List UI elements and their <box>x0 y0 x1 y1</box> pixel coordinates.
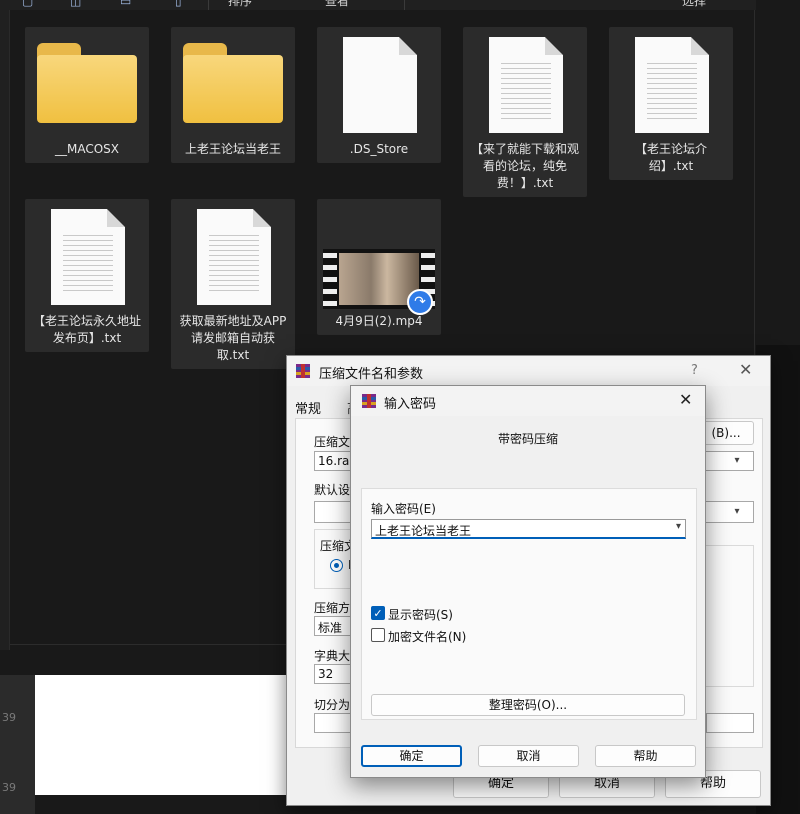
cancel-button[interactable]: 取消 <box>478 745 579 767</box>
format-radio[interactable] <box>330 559 343 572</box>
screen: ▢ ◫ ▭ ▯ 排序 查看 选择 __MACOSX 上老王论坛当老王 .DS_S… <box>0 0 800 814</box>
chevron-down-icon[interactable]: ▾ <box>728 503 746 521</box>
dialog-titlebar: 压缩文件名和参数 ? ✕ <box>287 356 770 386</box>
dialog-subtitle: 带密码压缩 <box>497 432 558 446</box>
file-tile-txt[interactable]: 【老王论坛介绍】.txt <box>609 27 733 180</box>
winrar-icon <box>362 394 376 408</box>
browse-button[interactable]: (B)... <box>698 421 754 445</box>
line-number: 39 <box>2 781 16 794</box>
file-name: 【老王论坛永久地址发布页】.txt <box>32 314 141 345</box>
copy-icon[interactable]: ◫ <box>70 0 81 8</box>
split-unit-field[interactable] <box>706 713 754 733</box>
organize-passwords-button[interactable]: 整理密码(O)... <box>371 694 685 716</box>
view-button[interactable]: 查看 <box>325 0 349 9</box>
file-name: __MACOSX <box>54 142 119 156</box>
close-icon[interactable]: ✕ <box>739 360 752 379</box>
video-thumbnail: ↷ <box>317 199 441 315</box>
chevron-down-icon[interactable]: ▾ <box>676 521 681 532</box>
dialog-title: 输入密码 <box>384 397 437 412</box>
password-input[interactable]: 上老王论坛当老王 ▾ <box>371 519 686 539</box>
show-password-label[interactable]: 显示密码(S) <box>388 606 453 623</box>
file-name: 【老王论坛介绍】.txt <box>634 142 707 173</box>
toolbar-separator <box>404 0 405 10</box>
help-icon[interactable]: ? <box>691 363 698 378</box>
show-password-checkbox[interactable]: ✓ <box>371 606 385 620</box>
text-file-icon <box>171 199 295 309</box>
file-name: 4月9日(2).mp4 <box>335 314 423 328</box>
explorer-command-bar: ▢ ◫ ▭ ▯ 排序 查看 选择 <box>0 0 800 10</box>
folder-icon <box>25 27 149 137</box>
tab-general[interactable]: 常规 <box>295 398 321 417</box>
file-name: 【来了就能下载和观看的论坛，纯免费！】.txt <box>470 142 579 190</box>
dialog-titlebar: 输入密码 ✕ <box>351 386 705 416</box>
file-tile-macosx[interactable]: __MACOSX <box>25 27 149 163</box>
toolbar-separator <box>208 0 209 10</box>
file-tile-video[interactable]: ↷ 4月9日(2).mp4 <box>317 199 441 335</box>
encrypt-file-names-label[interactable]: 加密文件名(N) <box>388 628 466 645</box>
folder-icon <box>171 27 295 137</box>
details-pane <box>756 0 800 345</box>
encrypt-file-names-checkbox[interactable] <box>371 628 385 642</box>
paste-icon[interactable]: ▭ <box>120 0 131 8</box>
line-number: 39 <box>2 711 16 724</box>
file-name: 获取最新地址及APP请发邮箱自动获取.txt <box>179 314 287 362</box>
blank-file-icon <box>317 27 441 137</box>
delete-icon[interactable]: ▯ <box>175 0 182 8</box>
password-value: 上老王论坛当老王 <box>375 524 472 538</box>
text-file-icon <box>463 27 587 137</box>
editor-gutter: 39 39 <box>0 675 35 814</box>
winrar-icon <box>296 364 310 378</box>
ok-button[interactable]: 确定 <box>361 745 462 767</box>
file-name: .DS_Store <box>349 142 409 156</box>
text-file-icon <box>609 27 733 137</box>
file-tile-txt[interactable]: 【来了就能下载和观看的论坛，纯免费！】.txt <box>463 27 587 197</box>
editor-area <box>35 675 290 795</box>
file-tile-txt[interactable]: 获取最新地址及APP请发邮箱自动获取.txt <box>171 199 295 369</box>
chevron-down-icon[interactable]: ▾ <box>728 452 746 470</box>
enter-password-label: 输入密码(E) <box>371 502 436 516</box>
new-icon[interactable]: ▢ <box>22 0 33 8</box>
enter-password-dialog: 输入密码 ✕ 带密码压缩 输入密码(E) 上老王论坛当老王 ▾ ✓ 显示密码(S… <box>350 385 706 778</box>
share-icon: ↷ <box>407 289 433 315</box>
file-tile-folder[interactable]: 上老王论坛当老王 <box>171 27 295 163</box>
help-button[interactable]: 帮助 <box>595 745 696 767</box>
sort-button[interactable]: 排序 <box>228 0 252 9</box>
text-file-icon <box>25 199 149 309</box>
close-icon[interactable]: ✕ <box>679 390 692 409</box>
navigation-pane <box>0 10 10 650</box>
file-tile-txt[interactable]: 【老王论坛永久地址发布页】.txt <box>25 199 149 352</box>
file-tile-ds-store[interactable]: .DS_Store <box>317 27 441 163</box>
select-button[interactable]: 选择 <box>682 0 706 9</box>
file-name: 上老王论坛当老王 <box>184 142 281 156</box>
dialog-title: 压缩文件名和参数 <box>319 367 424 382</box>
